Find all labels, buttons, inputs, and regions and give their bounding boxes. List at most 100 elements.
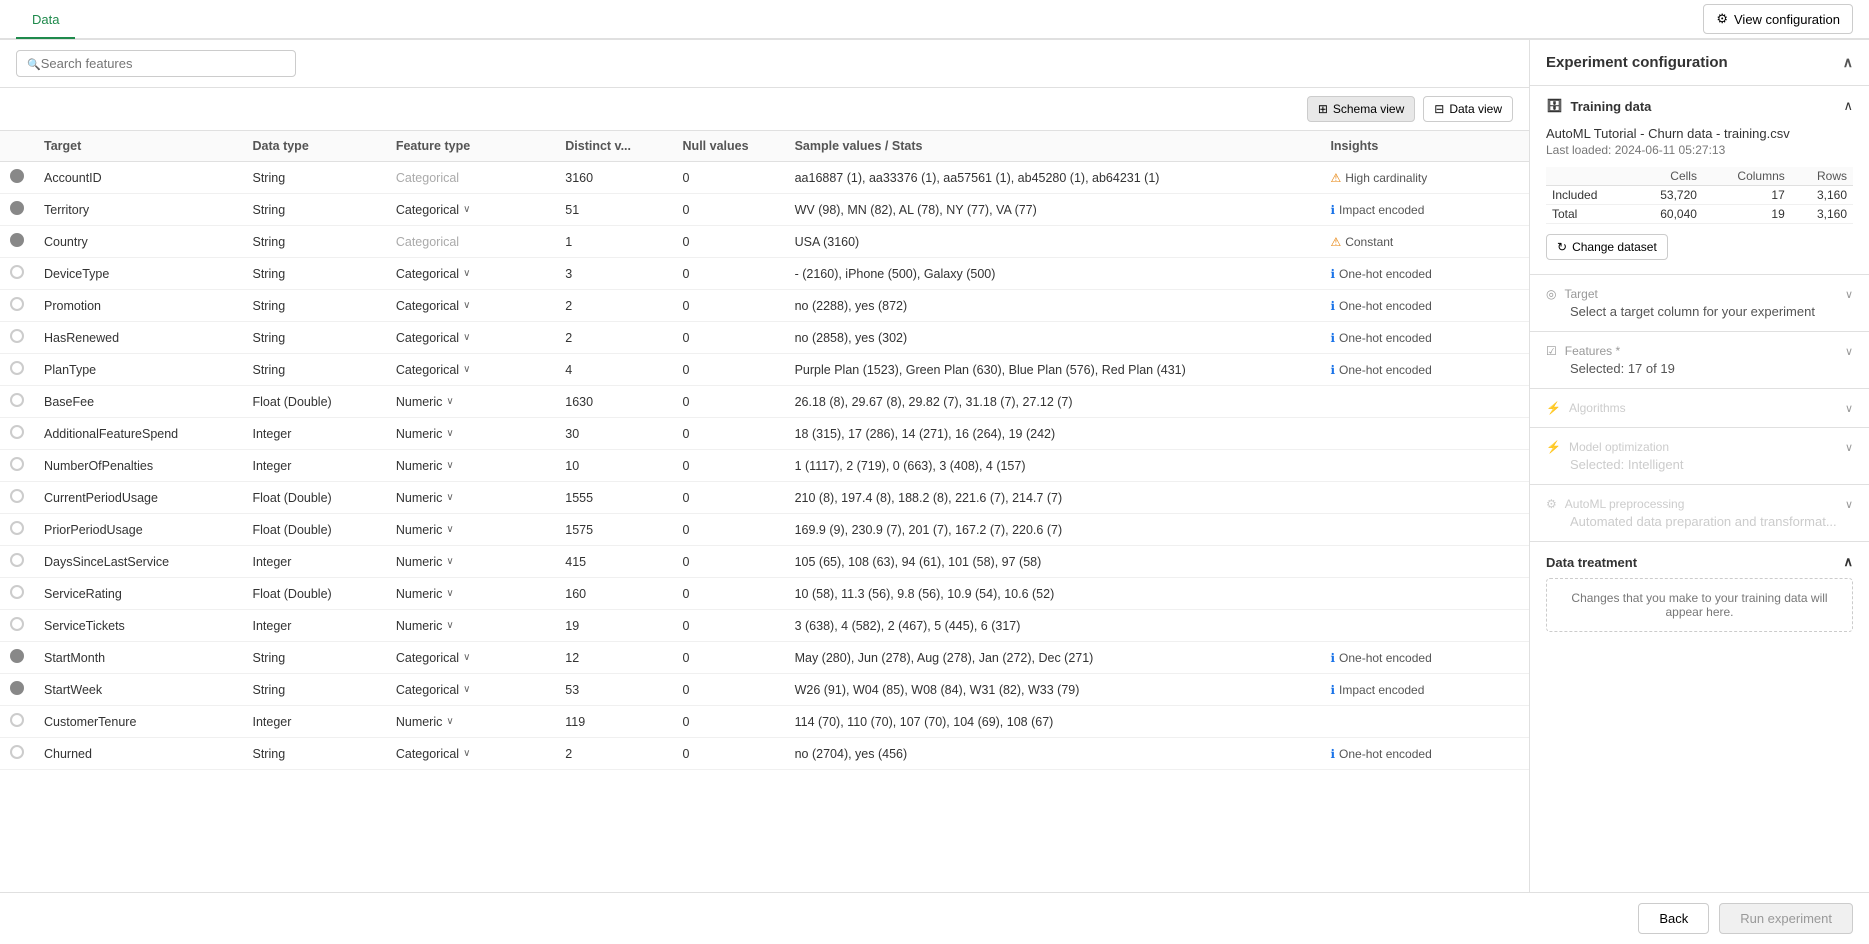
row-feature-type[interactable]: Categorical ∨ (386, 194, 555, 226)
row-radio[interactable] (10, 681, 24, 695)
schema-icon: ⊞ (1318, 102, 1328, 116)
feature-type-dropdown-arrow[interactable]: ∨ (463, 268, 470, 279)
features-label: ☑ Features * (1546, 344, 1620, 358)
row-radio[interactable] (10, 361, 24, 375)
row-radio[interactable] (10, 553, 24, 567)
feature-type-dropdown-arrow[interactable]: ∨ (446, 716, 453, 727)
insight-text: Impact encoded (1339, 683, 1424, 697)
row-data-type: Float (Double) (243, 514, 386, 546)
row-radio[interactable] (10, 297, 24, 311)
row-feature-type[interactable]: Numeric ∨ (386, 482, 555, 514)
row-feature-type[interactable]: Numeric ∨ (386, 450, 555, 482)
automl-preprocessing-config-item[interactable]: ⚙ AutoML preprocessing ∨ Automated data … (1530, 485, 1869, 542)
table-row: ServiceTicketsIntegerNumeric ∨1903 (638)… (0, 610, 1529, 642)
feature-type-dropdown-arrow[interactable]: ∨ (446, 396, 453, 407)
row-feature-name: StartMonth (34, 642, 243, 674)
feature-type-dropdown-arrow[interactable]: ∨ (446, 524, 453, 535)
training-data-header[interactable]: 🗄 Training data ∧ (1530, 86, 1869, 126)
row-radio[interactable] (10, 649, 24, 663)
row-radio[interactable] (10, 745, 24, 759)
feature-type-dropdown-arrow[interactable]: ∨ (446, 428, 453, 439)
feature-type-dropdown-arrow[interactable]: ∨ (463, 652, 470, 663)
features-config-item[interactable]: ☑ Features * ∨ Selected: 17 of 19 (1530, 332, 1869, 389)
automl-label: ⚙ AutoML preprocessing (1546, 497, 1684, 511)
row-feature-type[interactable]: Numeric ∨ (386, 610, 555, 642)
row-radio[interactable] (10, 265, 24, 279)
row-radio[interactable] (10, 233, 24, 247)
row-sample: 114 (70), 110 (70), 107 (70), 104 (69), … (785, 706, 1321, 738)
row-feature-type[interactable]: Numeric ∨ (386, 514, 555, 546)
back-button[interactable]: Back (1638, 903, 1709, 934)
row-radio[interactable] (10, 201, 24, 215)
row-null-values: 0 (673, 354, 785, 386)
row-feature-type[interactable]: Categorical ∨ (386, 354, 555, 386)
view-configuration-button[interactable]: ⚙ View configuration (1703, 4, 1853, 34)
run-experiment-button[interactable]: Run experiment (1719, 903, 1853, 934)
row-distinct: 53 (555, 674, 672, 706)
row-insight: ℹ One-hot encoded (1320, 322, 1529, 354)
feature-type-dropdown-arrow[interactable]: ∨ (463, 300, 470, 311)
info-icon: ℹ (1330, 651, 1335, 665)
row-data-type: Integer (243, 418, 386, 450)
row-insight (1320, 482, 1529, 514)
experiment-config-title: Experiment configuration (1546, 54, 1728, 71)
feature-type-dropdown-arrow[interactable]: ∨ (463, 332, 470, 343)
feature-type-dropdown-arrow[interactable]: ∨ (446, 620, 453, 631)
row-radio[interactable] (10, 617, 24, 631)
row-radio[interactable] (10, 393, 24, 407)
row-radio[interactable] (10, 489, 24, 503)
row-data-type: String (243, 738, 386, 770)
row-null-values: 0 (673, 322, 785, 354)
row-distinct: 1 (555, 226, 672, 258)
feature-type-dropdown-arrow[interactable]: ∨ (446, 556, 453, 567)
row-distinct: 12 (555, 642, 672, 674)
row-null-values: 0 (673, 674, 785, 706)
insight-text: One-hot encoded (1339, 747, 1432, 761)
info-icon: ℹ (1330, 299, 1335, 313)
feature-type-dropdown-arrow[interactable]: ∨ (446, 460, 453, 471)
row-radio[interactable] (10, 585, 24, 599)
row-radio[interactable] (10, 457, 24, 471)
feature-type-dropdown-arrow[interactable]: ∨ (463, 364, 470, 375)
schema-view-button[interactable]: ⊞ Schema view (1307, 96, 1415, 122)
data-treatment-collapse[interactable]: ∧ (1843, 554, 1853, 570)
row-null-values: 0 (673, 642, 785, 674)
data-treatment-section: Data treatment ∧ Changes that you make t… (1530, 542, 1869, 644)
row-sample: - (2160), iPhone (500), Galaxy (500) (785, 258, 1321, 290)
row-radio[interactable] (10, 713, 24, 727)
feature-type-dropdown-arrow[interactable]: ∨ (463, 684, 470, 695)
row-feature-type[interactable]: Numeric ∨ (386, 706, 555, 738)
feature-type-dropdown-arrow[interactable]: ∨ (446, 588, 453, 599)
feature-type-dropdown-arrow[interactable]: ∨ (463, 204, 470, 215)
row-feature-type[interactable]: Categorical ∨ (386, 322, 555, 354)
row-feature-type[interactable]: Categorical ∨ (386, 674, 555, 706)
stats-cell-cells: 53,720 (1631, 186, 1703, 205)
row-radio[interactable] (10, 425, 24, 439)
row-feature-type[interactable]: Numeric ∨ (386, 546, 555, 578)
row-feature-type[interactable]: Categorical ∨ (386, 290, 555, 322)
feature-type-dropdown-arrow[interactable]: ∨ (446, 492, 453, 503)
change-dataset-button[interactable]: ↻ Change dataset (1546, 234, 1668, 260)
collapse-icon[interactable]: ∧ (1843, 54, 1853, 71)
model-optimization-config-item[interactable]: ⚡ Model optimization ∨ Selected: Intelli… (1530, 428, 1869, 485)
row-radio[interactable] (10, 521, 24, 535)
row-feature-type[interactable]: Numeric ∨ (386, 418, 555, 450)
search-input[interactable] (41, 56, 285, 71)
training-data-collapse-icon[interactable]: ∧ (1843, 98, 1853, 114)
row-radio[interactable] (10, 329, 24, 343)
info-icon: ℹ (1330, 331, 1335, 345)
row-feature-type[interactable]: Categorical ∨ (386, 738, 555, 770)
row-insight: ℹOne-hot encoded (1320, 642, 1529, 674)
algorithms-config-item[interactable]: ⚡ Algorithms ∨ (1530, 389, 1869, 428)
row-radio[interactable] (10, 169, 24, 183)
row-feature-type[interactable]: Categorical ∨ (386, 258, 555, 290)
data-view-button[interactable]: ⊟ Data view (1423, 96, 1513, 122)
tab-data[interactable]: Data (16, 2, 75, 39)
feature-type-dropdown-arrow[interactable]: ∨ (463, 748, 470, 759)
row-feature-type[interactable]: Categorical ∨ (386, 642, 555, 674)
target-config-item[interactable]: ◎ Target ∨ Select a target column for yo… (1530, 275, 1869, 332)
row-feature-type[interactable]: Numeric ∨ (386, 578, 555, 610)
row-data-type: Integer (243, 546, 386, 578)
row-feature-type[interactable]: Numeric ∨ (386, 386, 555, 418)
insight-text: One-hot encoded (1339, 331, 1432, 345)
